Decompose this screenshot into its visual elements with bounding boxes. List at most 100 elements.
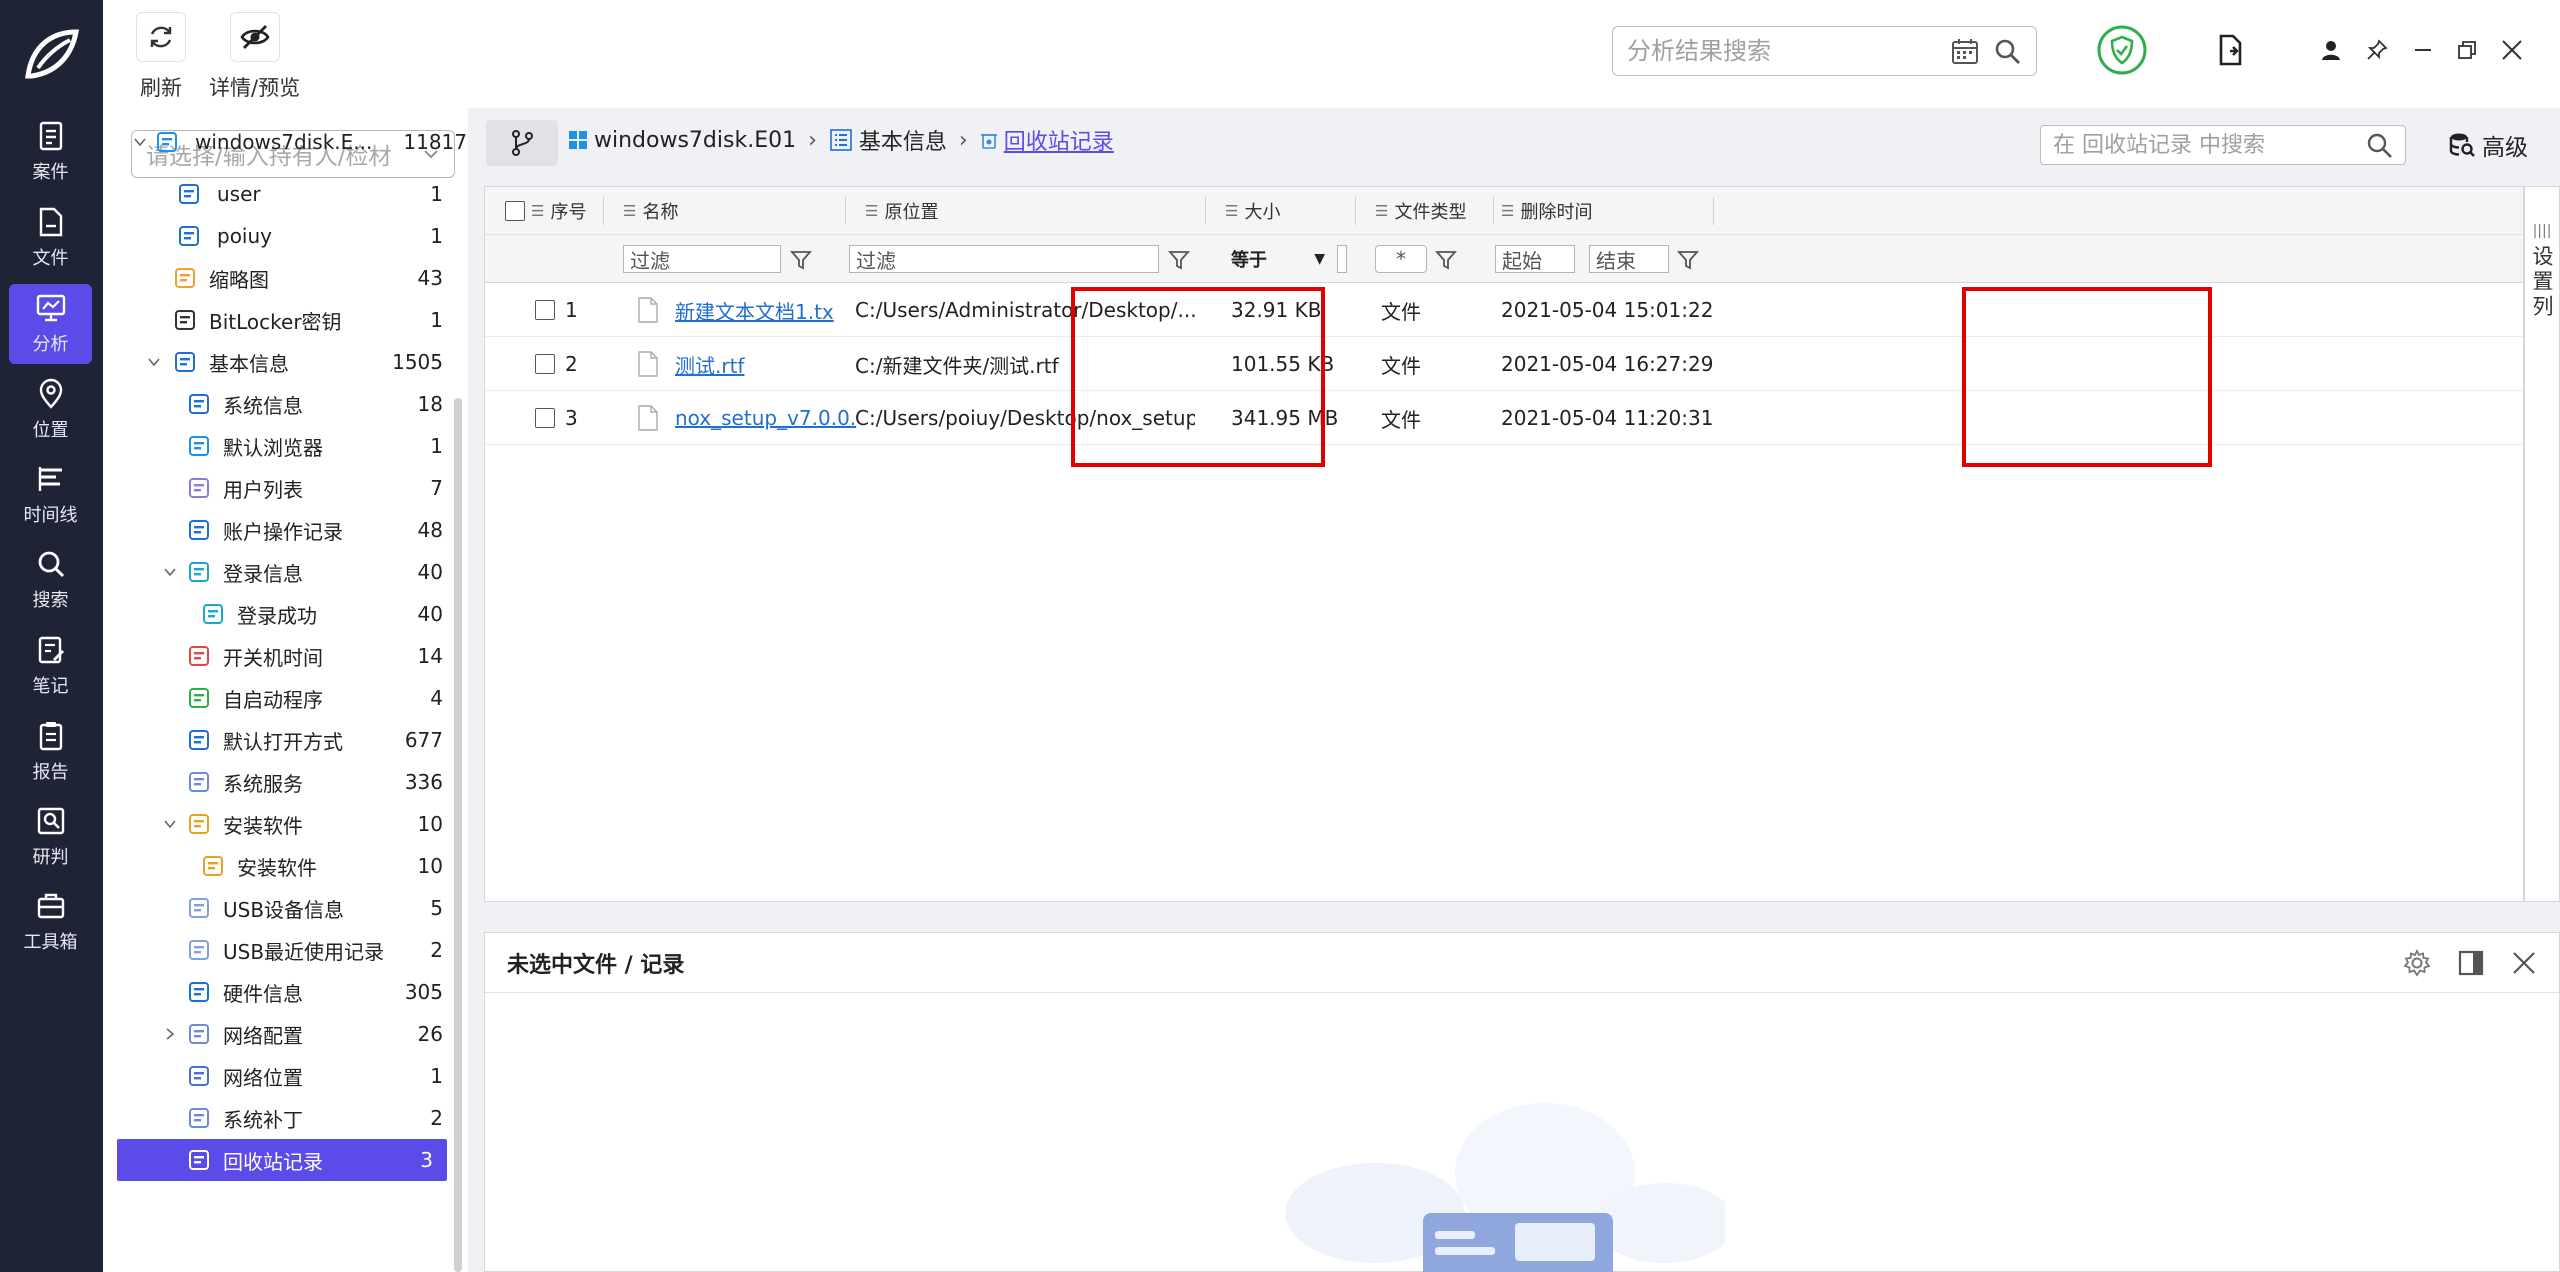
column-divider[interactable] — [1713, 197, 1714, 225]
status-shield-button[interactable] — [2096, 24, 2148, 76]
row-checkbox[interactable] — [535, 408, 555, 428]
column-menu-icon[interactable]: ☰ — [531, 202, 544, 220]
nav-note[interactable]: 笔记 — [9, 626, 92, 706]
col-size-header[interactable]: ☰ 大小 — [1225, 187, 1280, 235]
side-panel-icon[interactable] — [2457, 949, 2485, 977]
nav-judge[interactable]: 研判 — [9, 797, 92, 877]
name-filter-input[interactable]: 过滤 — [623, 245, 781, 273]
filter-icon[interactable] — [1435, 249, 1457, 271]
table-row[interactable]: 2 测试.rtf C:/新建文件夹/测试.rtf 101.55 KB 文件 2021-05… — [485, 337, 2523, 391]
global-search-input[interactable] — [1627, 37, 1950, 65]
chevron-down-icon[interactable] — [131, 133, 149, 151]
filter-icon[interactable] — [790, 249, 812, 271]
tree-item[interactable]: BitLocker密钥 1 — [103, 299, 443, 341]
tree-item[interactable]: poiuy 1 — [103, 215, 443, 257]
chevron-down-icon[interactable] — [161, 563, 179, 581]
breadcrumb-section[interactable]: 基本信息 — [859, 124, 947, 156]
column-menu-icon[interactable]: ☰ — [865, 202, 878, 220]
tree-item[interactable]: 开关机时间 14 — [103, 635, 443, 677]
chevron-down-icon[interactable] — [161, 815, 179, 833]
tree-item[interactable]: windows7disk.E... 11817 — [103, 121, 467, 163]
column-menu-icon[interactable]: ☰ — [1501, 202, 1514, 220]
filter-icon[interactable] — [1168, 249, 1190, 271]
search-icon[interactable] — [1992, 36, 2022, 66]
tree-item[interactable]: 默认打开方式 677 — [103, 719, 443, 761]
chevron-right-icon[interactable] — [161, 1025, 179, 1043]
nav-timeline[interactable]: 时间线 — [9, 455, 92, 535]
tree-scrollbar[interactable] — [454, 398, 462, 1272]
column-menu-icon[interactable]: ☰ — [623, 202, 636, 220]
size-value-input[interactable] — [1337, 245, 1347, 273]
user-button[interactable] — [2311, 30, 2351, 70]
tree-item[interactable]: user 1 — [103, 173, 443, 215]
tree-item[interactable]: 安装软件 10 — [103, 803, 443, 845]
select-all-checkbox[interactable] — [505, 201, 525, 221]
row-file-name-link[interactable]: 新建文本文档1.tx — [675, 283, 875, 337]
size-operator-select[interactable]: 等于 ▼ — [1225, 245, 1325, 273]
tree-item[interactable]: 账户操作记录 48 — [103, 509, 443, 551]
tree-item[interactable]: 缩略图 43 — [103, 257, 443, 299]
end-date-input[interactable]: 结束 — [1589, 245, 1669, 273]
start-date-input[interactable]: 起始 — [1495, 245, 1575, 273]
nav-file[interactable]: 文件 — [9, 198, 92, 278]
settings-column-button[interactable]: |||| 设置列 — [2524, 186, 2560, 902]
tree-item[interactable]: 系统服务 336 — [103, 761, 443, 803]
column-divider[interactable] — [1355, 197, 1356, 225]
column-divider[interactable] — [845, 197, 846, 225]
tree-item[interactable]: 网络配置 26 — [103, 1013, 443, 1055]
nav-report[interactable]: 报告 — [9, 712, 92, 792]
table-row[interactable]: 1 新建文本文档1.tx C:/Users/Administrator/Deskto… — [485, 283, 2523, 337]
nav-location[interactable]: 位置 — [9, 370, 92, 450]
tree-item[interactable]: 登录成功 40 — [103, 593, 443, 635]
column-divider[interactable] — [1205, 197, 1206, 225]
breadcrumb-disk[interactable]: windows7disk.E01 — [594, 128, 796, 153]
tree-item[interactable]: 自启动程序 4 — [103, 677, 443, 719]
close-button[interactable] — [2492, 30, 2532, 70]
row-checkbox[interactable] — [535, 354, 555, 374]
branch-button[interactable] — [486, 120, 558, 166]
breadcrumb-current[interactable]: 回收站记录 — [1004, 124, 1114, 156]
chevron-down-icon[interactable] — [145, 353, 163, 371]
tree-item[interactable]: 回收站记录 3 — [117, 1139, 447, 1181]
nav-toolbox[interactable]: 工具箱 — [9, 882, 92, 962]
filter-icon[interactable] — [1677, 249, 1699, 271]
nav-analysis[interactable]: 分析 — [9, 284, 92, 364]
search-icon[interactable] — [2365, 131, 2393, 159]
col-name-header[interactable]: ☰ 名称 — [623, 187, 678, 235]
tree-item[interactable]: 网络位置 1 — [103, 1055, 443, 1097]
gear-icon[interactable] — [2403, 949, 2431, 977]
column-divider[interactable] — [603, 197, 604, 225]
pin-button[interactable] — [2357, 30, 2397, 70]
tree-item[interactable]: 安装软件 10 — [103, 845, 443, 887]
col-deleted-header[interactable]: ☰ 删除时间 — [1501, 187, 1592, 235]
minimize-button[interactable] — [2403, 30, 2443, 70]
col-index-header[interactable]: ☰ 序号 — [531, 187, 586, 235]
refresh-button[interactable]: 刷新 — [136, 12, 186, 102]
nav-case[interactable]: 案件 — [9, 112, 92, 192]
col-path-header[interactable]: ☰ 原位置 — [865, 187, 938, 235]
tree-item[interactable]: 基本信息 1505 — [103, 341, 443, 383]
tree-item[interactable]: 默认浏览器 1 — [103, 425, 443, 467]
tree-item[interactable]: USB最近使用记录 2 — [103, 929, 443, 971]
restore-button[interactable] — [2447, 30, 2487, 70]
table-row[interactable]: 3 nox_setup_v7.0.0. C:/Users/poiuy/Desktop… — [485, 391, 2523, 445]
tree-item[interactable]: USB设备信息 5 — [103, 887, 443, 929]
column-menu-icon[interactable]: ☰ — [1375, 202, 1388, 220]
export-button[interactable] — [2211, 30, 2251, 70]
close-icon[interactable] — [2511, 950, 2537, 976]
type-filter-input[interactable]: * — [1375, 245, 1427, 273]
details-preview-button[interactable]: 详情/预览 — [209, 12, 300, 102]
col-type-header[interactable]: ☰ 文件类型 — [1375, 187, 1466, 235]
path-filter-input[interactable]: 过滤 — [849, 245, 1159, 273]
column-menu-icon[interactable]: ☰ — [1225, 202, 1238, 220]
tree-item[interactable]: 系统补丁 2 — [103, 1097, 443, 1139]
column-divider[interactable] — [1493, 197, 1494, 225]
tree-item[interactable]: 硬件信息 305 — [103, 971, 443, 1013]
advanced-search-button[interactable]: 高级 — [2448, 128, 2528, 162]
tree-item[interactable]: 登录信息 40 — [103, 551, 443, 593]
row-file-name-link[interactable]: nox_setup_v7.0.0. — [675, 391, 875, 445]
row-file-name-link[interactable]: 测试.rtf — [675, 337, 875, 391]
row-checkbox[interactable] — [535, 300, 555, 320]
local-search-input[interactable] — [2053, 132, 2365, 158]
tree-item[interactable]: 系统信息 18 — [103, 383, 443, 425]
